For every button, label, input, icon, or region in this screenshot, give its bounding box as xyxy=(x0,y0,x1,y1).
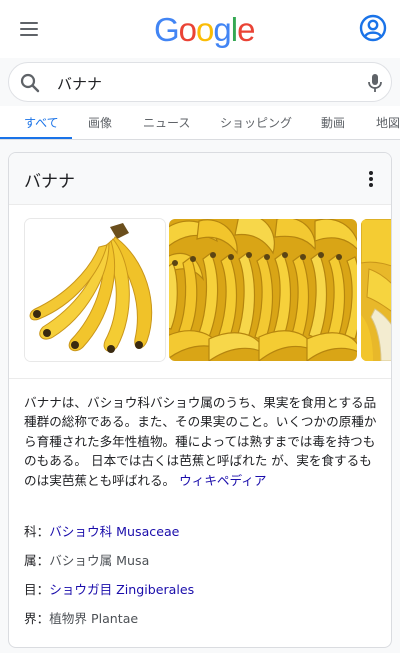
wikipedia-link[interactable]: ウィキペディア xyxy=(179,473,266,488)
logo-letter: o xyxy=(178,11,197,48)
account-circle-icon[interactable] xyxy=(358,13,388,43)
tab-all[interactable]: すべて xyxy=(24,114,59,131)
google-logo[interactable]: Google xyxy=(154,10,255,50)
top-bar: Google xyxy=(0,0,400,58)
tab-maps[interactable]: 地図 xyxy=(376,114,400,131)
tab-shopping[interactable]: ショッピング xyxy=(220,114,292,131)
fact-value-link[interactable]: バショウ科 Musaceae xyxy=(49,524,179,539)
tab-images[interactable]: 画像 xyxy=(88,114,112,131)
search-tabs: すべて 画像 ニュース ショッピング 動画 地図 xyxy=(0,106,400,140)
image-carousel[interactable] xyxy=(9,209,391,379)
fact-value-link[interactable]: ショウガ目 Zingiberales xyxy=(49,582,194,597)
fact-row-family: 科：バショウ科 Musaceae xyxy=(24,521,380,550)
search-input[interactable] xyxy=(57,71,357,95)
fact-row-kingdom: 界：植物界 Plantae xyxy=(24,608,380,637)
search-bar[interactable] xyxy=(8,62,392,102)
knowledge-panel: バナナ バナナは、バショウ科バショウ属のうち、果実を食用とする品種群の総称である… xyxy=(8,152,392,648)
logo-letter: o xyxy=(196,11,214,48)
tab-videos[interactable]: 動画 xyxy=(321,114,345,131)
logo-letter: e xyxy=(237,11,255,48)
banana-bunch-image[interactable] xyxy=(25,219,165,361)
search-icon[interactable] xyxy=(19,72,41,94)
fact-value: 植物界 Plantae xyxy=(49,611,139,626)
fact-key: 目： xyxy=(24,582,50,597)
fact-key: 属： xyxy=(24,553,50,568)
banana-pile-image[interactable] xyxy=(169,219,357,361)
logo-letter: g xyxy=(213,11,231,48)
fact-key: 界： xyxy=(24,611,50,626)
hamburger-icon[interactable] xyxy=(18,18,42,40)
active-tab-indicator xyxy=(0,137,72,139)
knowledge-panel-description: バナナは、バショウ科バショウ属のうち、果実を食用とする品種群の総称である。また、… xyxy=(24,393,380,490)
knowledge-panel-title: バナナ xyxy=(24,172,75,192)
logo-letter: G xyxy=(154,11,180,48)
tab-news[interactable]: ニュース xyxy=(143,114,190,131)
knowledge-panel-facts: 科：バショウ科 Musaceae 属：バショウ属 Musa 目：ショウガ目 Zi… xyxy=(24,521,380,637)
knowledge-panel-header: バナナ xyxy=(9,153,391,205)
mic-icon[interactable] xyxy=(363,71,387,95)
fact-row-order: 目：ショウガ目 Zingiberales xyxy=(24,579,380,608)
fact-row-genus: 属：バショウ属 Musa xyxy=(24,550,380,579)
fact-key: 科： xyxy=(24,524,50,539)
fact-value: バショウ属 Musa xyxy=(49,553,150,568)
peeled-banana-image[interactable] xyxy=(361,219,391,361)
more-vert-icon[interactable] xyxy=(363,167,379,191)
